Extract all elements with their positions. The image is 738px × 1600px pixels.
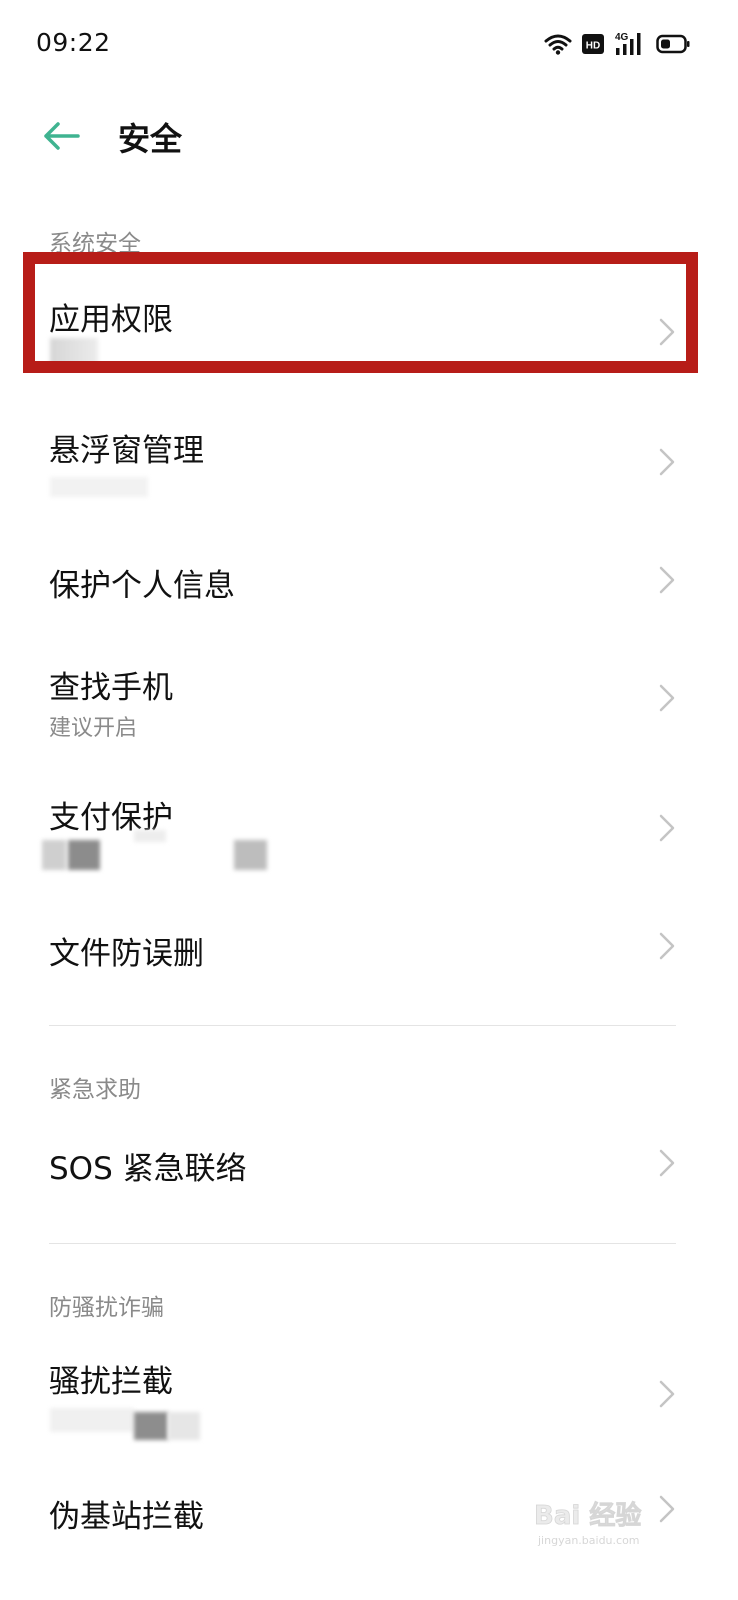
redacted-subtitle [134,830,166,842]
status-time: 09:22 [36,28,111,57]
item-title: 查找手机 [49,670,173,706]
section-divider [49,1025,676,1026]
list-item-floating-window[interactable]: 悬浮窗管理 [0,395,738,515]
hd-label: HD [586,41,600,52]
chevron-right-icon [659,566,675,594]
baidu-jingyan-watermark: Bai 经验 jingyan.baidu.com [534,1500,642,1547]
redacted-subtitle [168,1412,200,1440]
item-title: 文件防误删 [49,936,204,972]
redacted-subtitle [50,1408,134,1432]
chevron-right-icon [659,684,675,712]
redacted-subtitle [50,338,98,366]
chevron-right-icon [659,448,675,476]
item-title: 悬浮窗管理 [49,433,204,469]
redacted-subtitle [134,1412,168,1440]
watermark-url: jingyan.baidu.com [537,1534,640,1547]
section-header-system-security: 系统安全 [49,231,141,257]
chevron-right-icon [659,814,675,842]
battery-icon [656,34,690,54]
list-item-harassment-block[interactable]: 骚扰拦截 [0,1340,738,1460]
item-title: 伪基站拦截 [49,1499,204,1535]
list-item-payment-protection[interactable]: 支付保护 [0,770,738,890]
status-bar: 09:22 HD 4G [0,0,738,90]
section-divider [49,1243,676,1244]
chevron-right-icon [659,1149,675,1177]
list-item-app-permissions[interactable]: 应用权限 [0,262,738,372]
hd-icon: HD [582,34,604,54]
list-item-sos-contact[interactable]: SOS 紧急联络 [0,1115,738,1215]
chevron-right-icon [659,1380,675,1408]
list-item-file-protection[interactable]: 文件防误删 [0,900,738,1000]
app-header: 安全 [0,100,738,170]
redacted-subtitle [42,840,66,870]
signal-4g-icon: 4G [615,32,641,55]
item-title: SOS 紧急联络 [49,1151,247,1187]
section-header-emergency: 紧急求助 [49,1077,141,1103]
list-item-find-phone[interactable]: 查找手机 建议开启 [0,640,738,760]
chevron-right-icon [659,932,675,960]
item-title: 骚扰拦截 [49,1364,173,1400]
list-item-protect-personal-info[interactable]: 保护个人信息 [0,530,738,630]
redacted-subtitle [50,477,148,497]
status-icons: HD 4G [544,30,690,58]
item-title: 应用权限 [49,302,173,338]
page-title: 安全 [118,120,183,158]
redacted-subtitle [234,840,267,870]
arrow-left-icon [44,122,80,150]
network-label: 4G [615,32,629,43]
watermark-logo-text: Bai 经验 [534,1500,641,1531]
item-subtitle: 建议开启 [49,716,138,741]
item-title: 保护个人信息 [49,568,235,604]
section-header-anti-harassment: 防骚扰诈骗 [49,1295,164,1321]
wifi-icon [544,34,572,55]
chevron-right-icon [659,318,675,346]
redacted-subtitle [68,840,100,870]
back-button[interactable] [38,114,86,158]
